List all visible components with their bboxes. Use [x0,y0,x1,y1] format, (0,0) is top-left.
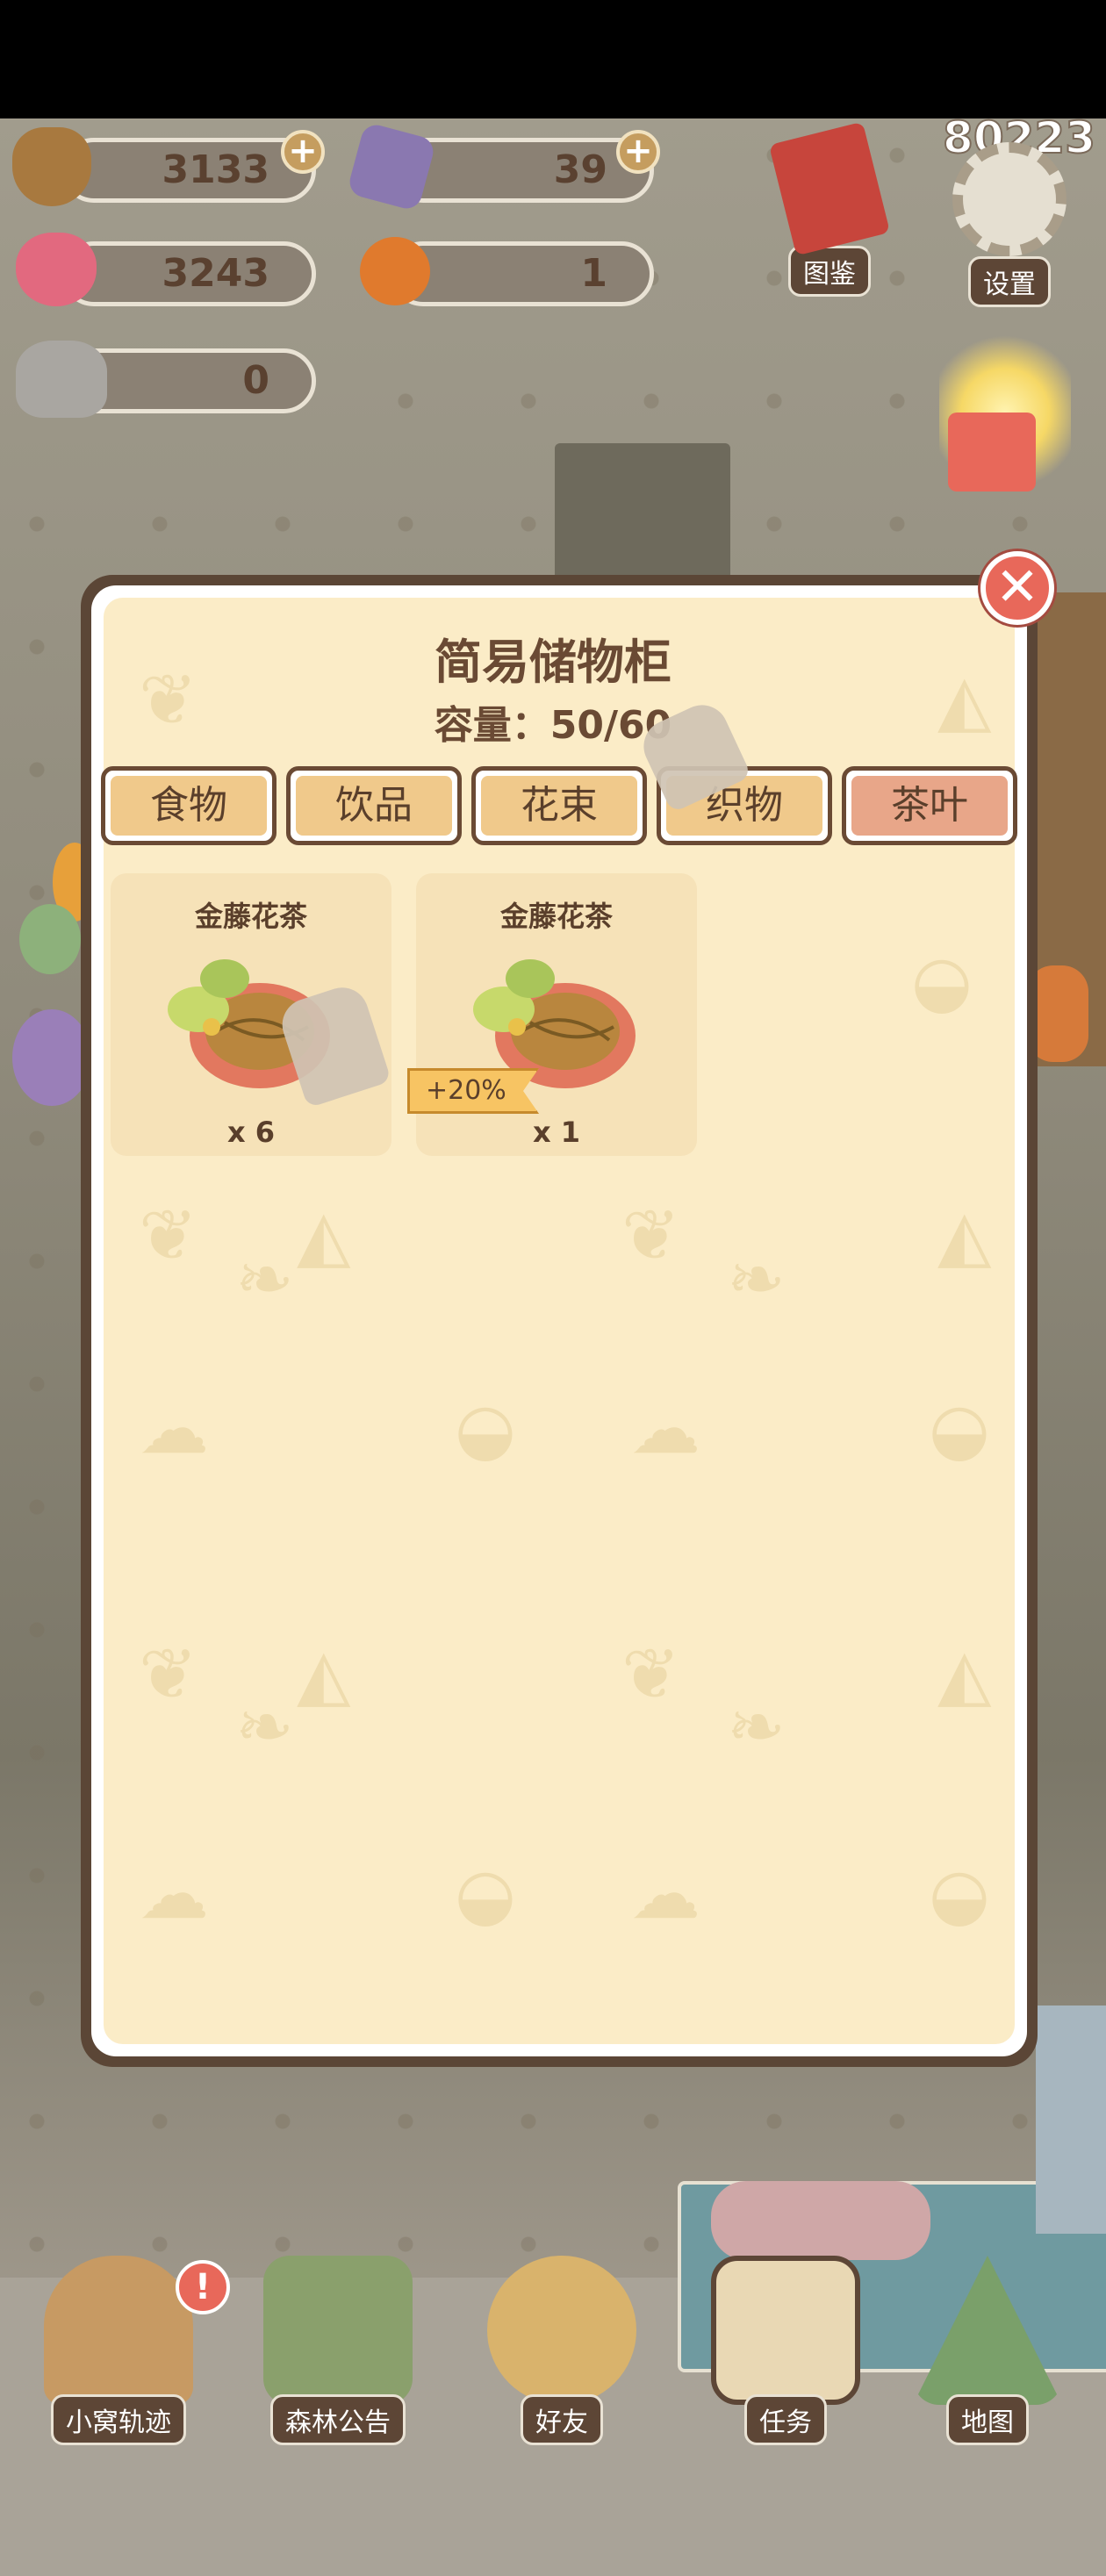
robot-icon [16,341,107,418]
leaf-pattern-icon: ❦ [621,1195,681,1276]
leaf-pattern-icon: ❦ [139,1633,198,1715]
nav-friends-label: 好友 [521,2394,603,2445]
book-icon [768,121,891,256]
watermelon-pattern-icon: ◭ [297,1633,351,1715]
acorn-icon [12,127,91,206]
add-gems-button[interactable]: + [616,130,660,174]
leaf-pattern-icon: ❦ [621,1633,681,1715]
add-acorns-button[interactable]: + [281,130,325,174]
close-button[interactable]: ✕ [980,551,1054,625]
carrot-pattern-icon: ❧ [727,1238,786,1320]
friends-icon [487,2256,636,2405]
settings-button[interactable]: 设置 [939,142,1080,309]
cloud-pattern-icon: ☁ [630,1853,700,1934]
lemon-pattern-icon: ◒ [455,1853,516,1934]
leaf-pattern-icon: ❦ [139,1195,198,1276]
watermelon-pattern-icon: ◭ [937,1195,992,1276]
collection-button[interactable]: 图鉴 [764,121,895,307]
pumpkin-counter: 1 [391,241,654,306]
heart-counter: 3243 [61,241,316,306]
inventory-item-card[interactable]: 金藤花茶 +20% x 1 [407,873,697,1156]
bonus-badge: +20% [407,1068,539,1114]
item-quantity: x 1 [532,1116,581,1149]
watermelon-pattern-icon: ◭ [297,1195,351,1276]
nav-map-label: 地图 [946,2394,1029,2445]
alert-badge: ! [176,2260,230,2314]
item-name: 金藤花茶 [194,900,307,933]
tab-tea[interactable]: 茶叶 [842,766,1017,845]
gear-icon [952,142,1066,256]
lemon-pattern-icon: ◒ [455,1388,516,1469]
capacity-label: 容量：50/60 [434,703,672,748]
lemon-pattern-icon: ◒ [929,1853,990,1934]
pumpkin-balloon-icon [12,1009,91,1106]
scene-bed [711,2181,930,2260]
map-icon [913,2256,1062,2405]
nav-tasks-label: 任务 [744,2394,827,2445]
carrot-pattern-icon: ❧ [235,1238,295,1320]
tab-bouquets[interactable]: 花束 [471,766,647,845]
lemon-pattern-icon: ◒ [911,940,973,1022]
scene-curtain [1036,2006,1106,2234]
nav-forest-notice-label: 森林公告 [270,2394,406,2445]
nav-forest-notice[interactable]: 森林公告 [255,2256,421,2445]
clipboard-icon [711,2256,860,2405]
gift-box-icon [948,413,1036,492]
nav-map[interactable]: 地图 [904,2256,1071,2445]
cloud-pattern-icon: ☁ [139,1853,209,1934]
status-bar [0,0,1106,118]
nav-home-history-label: 小窝轨迹 [51,2394,186,2445]
lemon-pattern-icon: ◒ [929,1388,990,1469]
carrot-pattern-icon: ❧ [235,1686,295,1768]
watermelon-pattern-icon: ◭ [937,1633,992,1715]
heart-gem-icon [16,233,97,306]
dialog-title: 简易储物柜 [434,635,672,690]
tab-drinks[interactable]: 饮品 [286,766,462,845]
tab-drinks-label: 饮品 [296,776,452,836]
cloud-pattern-icon: ☁ [630,1388,700,1469]
mail-icon [263,2256,413,2405]
tab-tea-label: 茶叶 [851,776,1008,836]
tab-food-label: 食物 [111,776,267,836]
acorn-counter: 3133 [61,138,316,203]
settings-label: 设置 [968,256,1051,307]
pumpkin-icon [360,237,430,305]
tab-food[interactable]: 食物 [101,766,276,845]
house-icon [44,2256,193,2405]
balloon-icon [19,904,81,974]
carrot-pattern-icon: ❧ [727,1686,786,1768]
item-name: 金藤花茶 [499,900,613,933]
tab-bouquets-label: 花束 [481,776,637,836]
cloud-pattern-icon: ☁ [139,1388,209,1469]
item-quantity: x 6 [226,1116,276,1149]
nav-tasks[interactable]: 任务 [702,2256,869,2445]
nav-friends[interactable]: 好友 [478,2256,645,2445]
